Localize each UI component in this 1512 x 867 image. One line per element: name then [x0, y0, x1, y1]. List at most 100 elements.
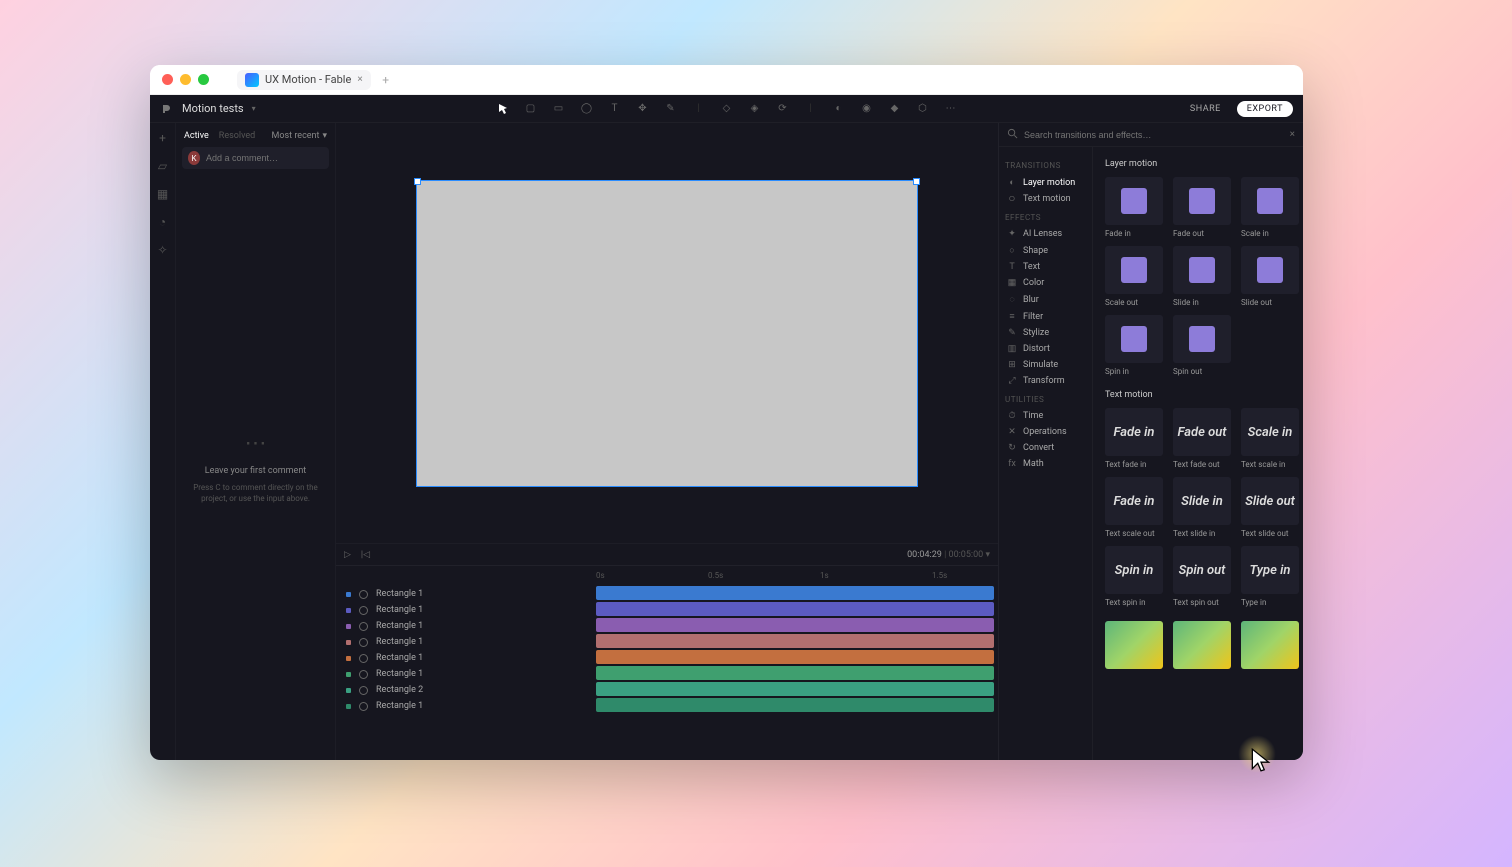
new-tab-button[interactable]: +: [379, 73, 393, 87]
window-close-button[interactable]: [162, 74, 173, 85]
window-maximize-button[interactable]: [198, 74, 209, 85]
rail-grid-icon[interactable]: ▦: [157, 187, 168, 201]
search-input[interactable]: [1024, 130, 1284, 140]
tracks[interactable]: [596, 584, 998, 712]
preset-item[interactable]: Fade out: [1173, 177, 1231, 238]
layer-visibility-icon[interactable]: [359, 606, 368, 615]
window-minimize-button[interactable]: [180, 74, 191, 85]
preset-item-ai-1[interactable]: [1105, 621, 1163, 669]
rail-sparkle-icon[interactable]: ✧: [157, 243, 167, 257]
preset-item-ai-3[interactable]: [1241, 621, 1299, 669]
track-bar[interactable]: [596, 698, 994, 712]
canvas-artboard[interactable]: [417, 181, 917, 486]
category-item[interactable]: ≡Filter: [1005, 308, 1086, 325]
export-button[interactable]: EXPORT: [1237, 101, 1293, 117]
comments-tab-active[interactable]: Active: [184, 131, 209, 141]
layer-row[interactable]: Rectangle 1: [336, 586, 596, 602]
layer-row[interactable]: Rectangle 1: [336, 698, 596, 714]
tool-text-icon[interactable]: T: [608, 102, 622, 116]
track-bar[interactable]: [596, 682, 994, 696]
skip-start-button[interactable]: |◁: [361, 550, 370, 560]
preset-item[interactable]: Fade in Text fade in: [1105, 408, 1163, 469]
preset-item[interactable]: Slide in: [1173, 246, 1231, 307]
preset-item[interactable]: Spin out Text spin out: [1173, 546, 1231, 607]
preset-item[interactable]: Spin in Text spin in: [1105, 546, 1163, 607]
tool-rect-icon[interactable]: ▭: [552, 102, 566, 116]
tool-rotate-icon[interactable]: ⟳: [776, 102, 790, 116]
tool-pen-icon[interactable]: ✎: [664, 102, 678, 116]
comments-sort-dropdown[interactable]: Most recent ▾: [272, 131, 327, 141]
category-item[interactable]: ⤢Transform: [1005, 373, 1086, 389]
preset-item[interactable]: Type in Type in: [1241, 546, 1299, 607]
canvas-area[interactable]: [336, 123, 998, 543]
tool-effects-icon[interactable]: ◉: [860, 102, 874, 116]
tab-close-icon[interactable]: ×: [357, 74, 362, 85]
track-bar[interactable]: [596, 666, 994, 680]
layer-visibility-icon[interactable]: [359, 686, 368, 695]
preset-item[interactable]: Spin in: [1105, 315, 1163, 376]
layer-visibility-icon[interactable]: [359, 670, 368, 679]
category-item[interactable]: ੦Text motion: [1005, 191, 1086, 207]
preset-item[interactable]: Slide in Text slide in: [1173, 477, 1231, 538]
tool-more-icon[interactable]: ⋯: [944, 102, 958, 116]
category-item[interactable]: ↻Convert: [1005, 440, 1086, 456]
category-item[interactable]: ✦AI Lenses: [1005, 226, 1086, 242]
track-bar[interactable]: [596, 650, 994, 664]
tool-align-icon[interactable]: ◆: [888, 102, 902, 116]
layer-row[interactable]: Rectangle 1: [336, 602, 596, 618]
tool-ellipse-icon[interactable]: ◯: [580, 102, 594, 116]
rail-comment-icon[interactable]: ◔: [159, 215, 166, 229]
category-item[interactable]: ◌Blur: [1005, 291, 1086, 308]
preset-item[interactable]: Slide out Text slide out: [1241, 477, 1299, 538]
preset-item[interactable]: Scale out: [1105, 246, 1163, 307]
layer-row[interactable]: Rectangle 1: [336, 666, 596, 682]
category-item[interactable]: ⏱Time: [1005, 408, 1086, 424]
preset-item[interactable]: Slide out: [1241, 246, 1299, 307]
preset-item[interactable]: Fade in Text scale out: [1105, 477, 1163, 538]
layer-visibility-icon[interactable]: [359, 638, 368, 647]
tool-boolean-icon[interactable]: ◈: [748, 102, 762, 116]
tool-hand-icon[interactable]: ✥: [636, 102, 650, 116]
preset-item[interactable]: Spin out: [1173, 315, 1231, 376]
layer-row[interactable]: Rectangle 1: [336, 634, 596, 650]
category-item[interactable]: ▥Distort: [1005, 341, 1086, 357]
browser-tab[interactable]: UX Motion - Fable ×: [237, 70, 371, 90]
category-item[interactable]: fxMath: [1005, 456, 1086, 472]
share-button[interactable]: SHARE: [1182, 101, 1229, 117]
comment-input[interactable]: [206, 153, 323, 163]
layer-visibility-icon[interactable]: [359, 654, 368, 663]
close-icon[interactable]: ×: [1290, 129, 1295, 140]
category-item[interactable]: ⊞Simulate: [1005, 357, 1086, 373]
rail-add-icon[interactable]: +: [159, 131, 166, 145]
category-item[interactable]: TText: [1005, 259, 1086, 275]
track-bar[interactable]: [596, 618, 994, 632]
timeline-ruler[interactable]: 0s0.5s1s1.5s2s2.5s: [596, 566, 998, 584]
category-item[interactable]: ◐Layer motion: [1005, 174, 1086, 191]
tool-shape-icon[interactable]: ◇: [720, 102, 734, 116]
preset-item[interactable]: Fade in: [1105, 177, 1163, 238]
preset-scroll[interactable]: Layer motion Fade in Fade out Scale in S…: [1093, 147, 1303, 760]
preset-item[interactable]: Fade out Text fade out: [1173, 408, 1231, 469]
layer-row[interactable]: Rectangle 1: [336, 618, 596, 634]
preset-item-ai-2[interactable]: [1173, 621, 1231, 669]
rail-folder-icon[interactable]: ▱: [158, 159, 167, 173]
category-item[interactable]: ✎Stylize: [1005, 325, 1086, 341]
track-bar[interactable]: [596, 634, 994, 648]
track-bar[interactable]: [596, 586, 994, 600]
category-item[interactable]: ○Shape: [1005, 242, 1086, 259]
project-title[interactable]: Motion tests: [182, 102, 244, 115]
category-item[interactable]: ▦Color: [1005, 275, 1086, 291]
preset-item[interactable]: Scale in: [1241, 177, 1299, 238]
layer-visibility-icon[interactable]: [359, 702, 368, 711]
play-button[interactable]: ▷: [344, 550, 351, 560]
preset-item[interactable]: Scale in Text scale in: [1241, 408, 1299, 469]
tool-mask-icon[interactable]: ◐: [832, 102, 846, 116]
track-bar[interactable]: [596, 602, 994, 616]
layer-row[interactable]: Rectangle 2: [336, 682, 596, 698]
tool-frame-icon[interactable]: ▢: [524, 102, 538, 116]
layer-row[interactable]: Rectangle 1: [336, 650, 596, 666]
timecode[interactable]: 00:04:29 | 00:05:00 ▾: [907, 550, 990, 560]
category-item[interactable]: ✕Operations: [1005, 424, 1086, 440]
project-dropdown-icon[interactable]: ▾: [252, 104, 256, 113]
layer-visibility-icon[interactable]: [359, 590, 368, 599]
